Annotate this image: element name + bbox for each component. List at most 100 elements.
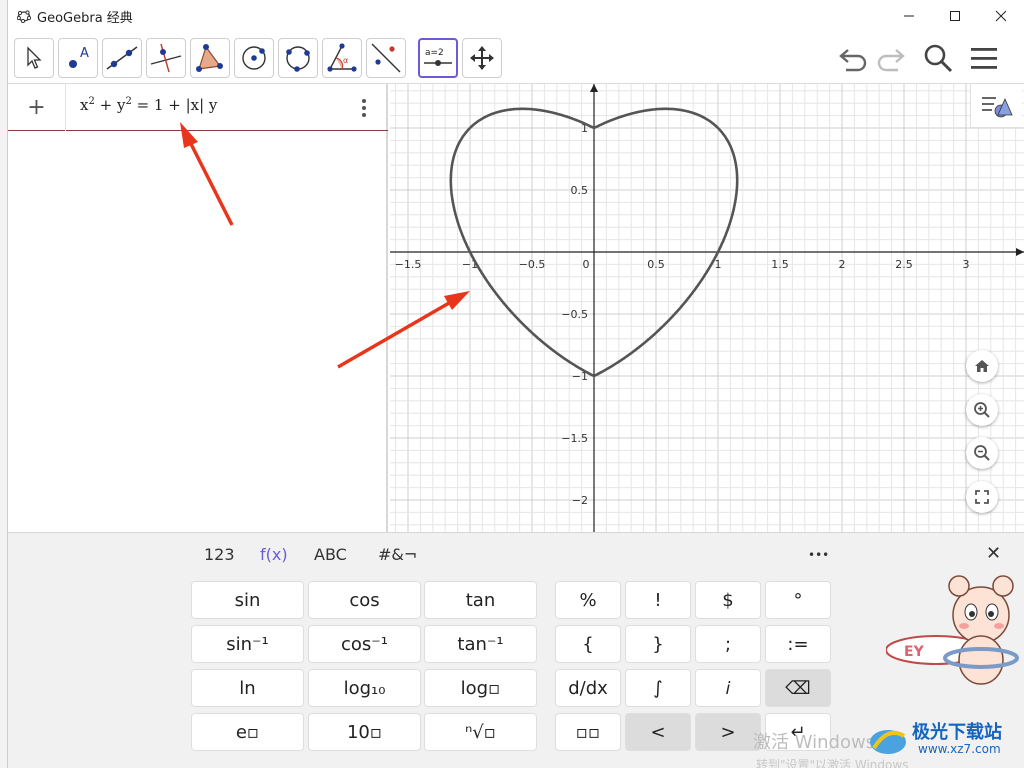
redo-icon bbox=[877, 49, 905, 72]
key[interactable]: cos⁻¹ bbox=[308, 625, 421, 663]
reflect-line-icon bbox=[371, 43, 401, 73]
y-tick-label: −0.5 bbox=[561, 308, 588, 321]
key[interactable]: e▫ bbox=[191, 713, 304, 751]
key[interactable]: ; bbox=[695, 625, 761, 663]
tab-symbols[interactable]: #&¬ bbox=[378, 545, 417, 564]
slider-tool-button[interactable]: a=2 bbox=[418, 38, 458, 78]
main-menu-button[interactable] bbox=[964, 38, 1004, 78]
title-bar: GeoGebra 经典 bbox=[8, 0, 1024, 32]
circle-center-icon bbox=[242, 46, 266, 70]
geogebra-window: GeoGebra 经典 A α a=2 + x2 + y2 = 1 + |x| … bbox=[8, 0, 1024, 768]
key[interactable]: ln bbox=[191, 669, 304, 707]
key[interactable]: log₁₀ bbox=[308, 669, 421, 707]
key[interactable]: > bbox=[695, 713, 761, 751]
minimize-button[interactable] bbox=[886, 0, 932, 32]
x-tick-label: 2.5 bbox=[895, 258, 913, 271]
tab-fx[interactable]: f(x) bbox=[260, 545, 288, 564]
line-tool-button[interactable] bbox=[102, 38, 142, 78]
move-tool-button[interactable] bbox=[14, 38, 54, 78]
style-bar-toggle[interactable] bbox=[970, 84, 1022, 128]
cursor-arrow-icon bbox=[27, 46, 42, 69]
key[interactable]: < bbox=[625, 713, 691, 751]
point-icon: A bbox=[69, 46, 89, 68]
fullscreen-button[interactable] bbox=[966, 481, 998, 513]
key[interactable]: % bbox=[555, 581, 621, 619]
point-tool-button[interactable]: A bbox=[58, 38, 98, 78]
circle-three-points-icon bbox=[286, 46, 310, 72]
key[interactable]: ⌫ bbox=[765, 669, 831, 707]
perpendicular-tool-button[interactable] bbox=[146, 38, 186, 78]
key[interactable]: sin bbox=[191, 581, 304, 619]
home-icon bbox=[975, 360, 989, 372]
more-options-icon[interactable] bbox=[356, 96, 372, 120]
site-brand-watermark: 极光下载站 www.xz7.com bbox=[868, 718, 1018, 762]
keyboard-close-button[interactable]: ✕ bbox=[986, 543, 1001, 564]
key[interactable]: := bbox=[765, 625, 831, 663]
search-icon bbox=[924, 44, 953, 73]
angle-tool-button[interactable]: α bbox=[322, 38, 362, 78]
keyboard-more-button[interactable]: ••• bbox=[808, 548, 829, 562]
key[interactable]: ° bbox=[765, 581, 831, 619]
graphics-view[interactable]: −1.5 −1 −0.5 0 0.5 1 1.5 2 2.5 3 1 0.5 −0.5 −1 −1.5 −2 bbox=[390, 84, 1024, 532]
search-button[interactable] bbox=[918, 38, 958, 78]
maximize-button[interactable] bbox=[932, 0, 978, 32]
x-tick-label: −0.5 bbox=[519, 258, 546, 271]
zoom-out-button[interactable] bbox=[966, 437, 998, 469]
polygon-icon bbox=[196, 44, 223, 72]
conic-tool-button[interactable] bbox=[278, 38, 318, 78]
key[interactable]: ! bbox=[625, 581, 691, 619]
key[interactable]: 10▫ bbox=[308, 713, 421, 751]
graphics-canvas[interactable]: −1.5 −1 −0.5 0 0.5 1 1.5 2 2.5 310.5−0.5−1−1.5−2 bbox=[390, 84, 1024, 532]
move-arrows-icon bbox=[470, 46, 494, 70]
slider-icon: a=2 bbox=[424, 48, 452, 66]
key[interactable]: { bbox=[555, 625, 621, 663]
tab-abc[interactable]: ABC bbox=[314, 545, 347, 564]
move-graphics-tool-button[interactable] bbox=[462, 38, 502, 78]
svg-text:α: α bbox=[343, 56, 348, 65]
key[interactable]: ▫▫ bbox=[555, 713, 621, 751]
home-button[interactable] bbox=[966, 350, 998, 382]
key[interactable]: tan⁻¹ bbox=[424, 625, 537, 663]
slider-tool-label: a=2 bbox=[425, 48, 444, 58]
x-tick-label: 3 bbox=[963, 258, 970, 271]
key[interactable]: } bbox=[625, 625, 691, 663]
zoom-in-button[interactable] bbox=[966, 394, 998, 426]
key[interactable]: ∫ bbox=[625, 669, 691, 707]
algebra-input-row[interactable]: + x2 + y2 = 1 + |x| y bbox=[8, 84, 388, 131]
x-tick-label: 1 bbox=[715, 258, 722, 271]
x-axis-arrow bbox=[1016, 248, 1024, 256]
undo-button[interactable] bbox=[834, 38, 874, 78]
key[interactable]: d/dx bbox=[555, 669, 621, 707]
tab-123[interactable]: 123 bbox=[204, 545, 235, 564]
add-item-button[interactable]: + bbox=[8, 84, 66, 131]
key[interactable]: tan bbox=[424, 581, 537, 619]
key[interactable]: $ bbox=[695, 581, 761, 619]
key[interactable]: sin⁻¹ bbox=[191, 625, 304, 663]
zoom-out-icon bbox=[974, 445, 990, 461]
x-tick-label: −1.5 bbox=[395, 258, 422, 271]
window-title: GeoGebra 经典 bbox=[37, 11, 133, 26]
toolbar: A α a=2 bbox=[8, 32, 1024, 84]
activation-watermark: 激活 Windows bbox=[753, 732, 876, 753]
brand-url: www.xz7.com bbox=[918, 742, 1001, 756]
minimize-icon bbox=[904, 15, 914, 17]
polygon-tool-button[interactable] bbox=[190, 38, 230, 78]
x-tick-label: 0.5 bbox=[647, 258, 665, 271]
brand-logo-icon bbox=[870, 730, 906, 754]
key[interactable]: ⁿ√▫ bbox=[424, 713, 537, 751]
hamburger-menu-icon bbox=[971, 48, 997, 69]
key[interactable]: cos bbox=[308, 581, 421, 619]
circle-tool-button[interactable] bbox=[234, 38, 274, 78]
reflect-tool-button[interactable] bbox=[366, 38, 406, 78]
y-tick-label: −2 bbox=[572, 494, 588, 507]
maximize-icon bbox=[950, 11, 960, 21]
angle-icon: α bbox=[327, 43, 357, 72]
key[interactable]: 𝑖 bbox=[695, 669, 761, 707]
close-window-button[interactable] bbox=[978, 0, 1024, 32]
x-tick-label: 1.5 bbox=[771, 258, 789, 271]
equation-input[interactable]: x2 + y2 = 1 + |x| y bbox=[80, 96, 217, 114]
redo-button[interactable] bbox=[870, 38, 910, 78]
mascot-sticker: EY bbox=[886, 575, 1019, 685]
fullscreen-icon bbox=[975, 490, 989, 504]
key[interactable]: log▫ bbox=[424, 669, 537, 707]
